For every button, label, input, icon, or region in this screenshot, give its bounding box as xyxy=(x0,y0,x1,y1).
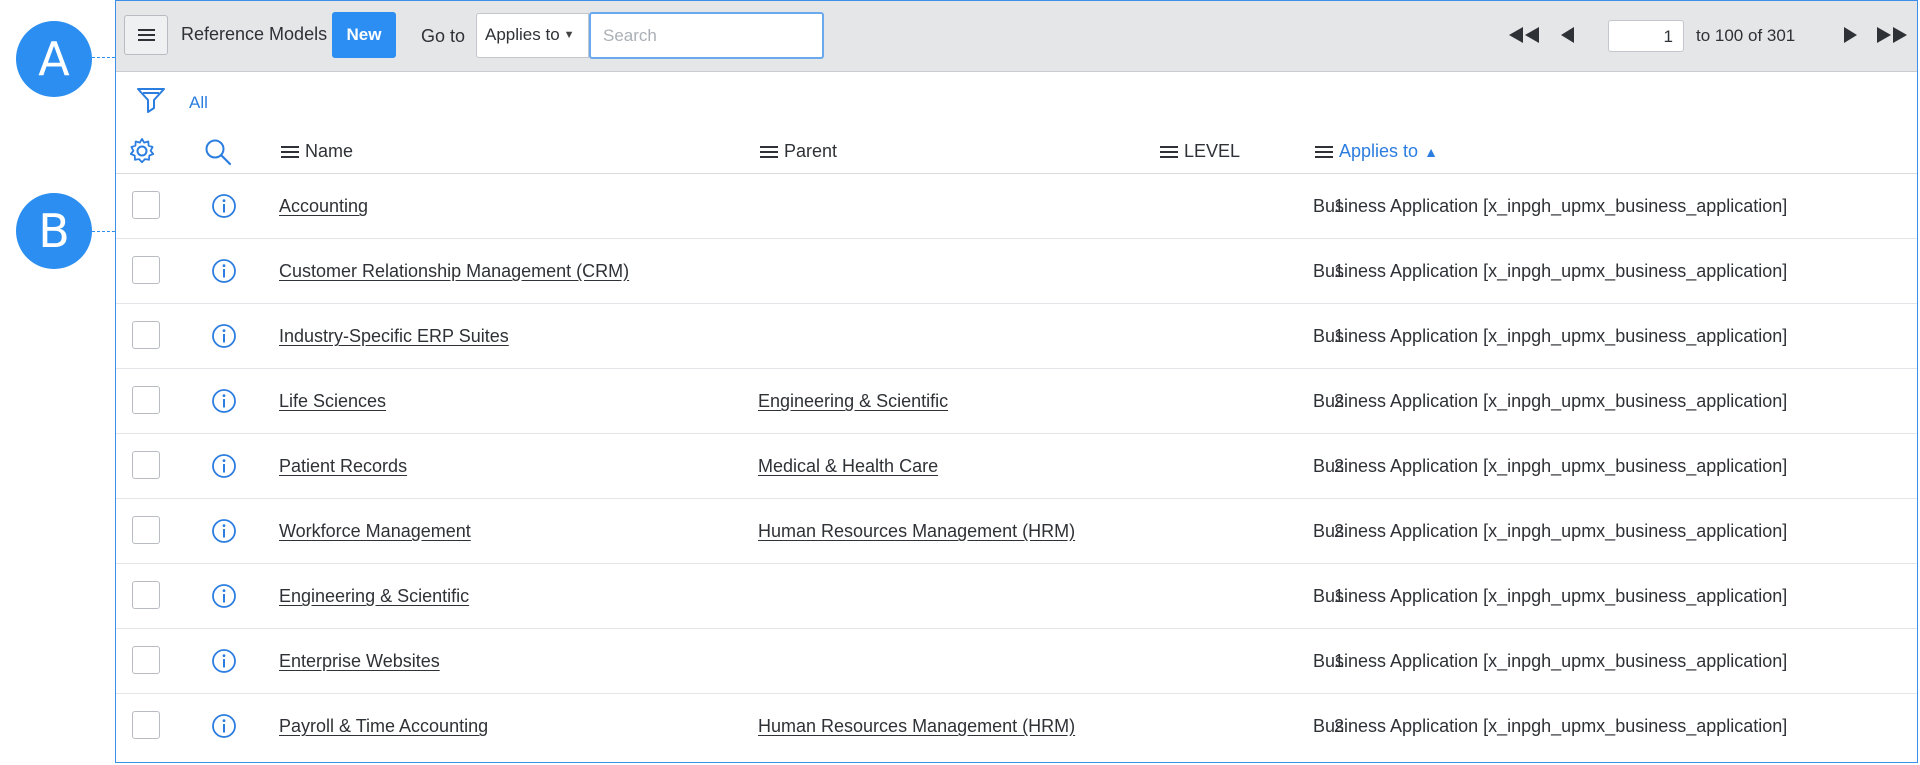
row-select-checkbox[interactable] xyxy=(132,581,160,609)
row-name-link[interactable]: Accounting xyxy=(279,196,368,217)
row-applies-to-value: Business Application [x_inpgh_upmx_busin… xyxy=(1313,391,1788,411)
table-row: Industry-Specific ERP Suites 1 Business Ap… xyxy=(116,304,1917,369)
pagination: 1 to 100 of 301 xyxy=(116,1,1917,71)
sort-ascending-icon: ▲ xyxy=(1424,143,1438,160)
table-row: Accounting 1 Business Application [x_inpgh… xyxy=(116,174,1917,239)
info-icon[interactable] xyxy=(211,713,237,739)
filter-icon[interactable] xyxy=(136,85,166,115)
row-applies-to-value: Business Application [x_inpgh_upmx_busin… xyxy=(1313,651,1788,671)
column-menu-icon[interactable] xyxy=(1160,143,1178,161)
first-page-icon[interactable] xyxy=(1506,25,1542,45)
info-icon[interactable] xyxy=(211,453,237,479)
gear-icon[interactable] xyxy=(128,137,156,165)
table-row: Customer Relationship Management (CRM) 1 B… xyxy=(116,239,1917,304)
info-icon[interactable] xyxy=(211,193,237,219)
row-name-link[interactable]: Enterprise Websites xyxy=(279,651,440,672)
row-applies-to-value: Business Application [x_inpgh_upmx_busin… xyxy=(1313,326,1788,346)
column-header-name[interactable]: Name xyxy=(281,141,353,162)
info-icon[interactable] xyxy=(211,648,237,674)
info-icon[interactable] xyxy=(211,258,237,284)
row-select-checkbox[interactable] xyxy=(132,711,160,739)
column-header-parent[interactable]: Parent xyxy=(760,141,837,162)
row-select-checkbox[interactable] xyxy=(132,191,160,219)
last-page-icon[interactable] xyxy=(1874,25,1910,45)
column-header-level-label: LEVEL xyxy=(1184,141,1241,161)
row-name-link[interactable]: Workforce Management xyxy=(279,521,471,542)
row-name-link[interactable]: Patient Records xyxy=(279,456,407,477)
row-parent-link[interactable]: Engineering & Scientific xyxy=(758,391,948,412)
page-number-input[interactable]: 1 xyxy=(1608,20,1684,52)
row-select-checkbox[interactable] xyxy=(132,386,160,414)
info-icon[interactable] xyxy=(211,388,237,414)
column-header-row: Name Parent LEVEL Applies to ▲ xyxy=(116,129,1917,174)
row-parent-link[interactable]: Human Resources Management (HRM) xyxy=(758,521,1075,542)
reference-models-list-panel: Reference Models New Go to Applies to ▼ S… xyxy=(115,0,1918,763)
table-row: Life Sciences Engineering & Scientific 2 Bu… xyxy=(116,369,1917,434)
row-parent-link[interactable]: Human Resources Management (HRM) xyxy=(758,716,1075,737)
previous-page-icon[interactable] xyxy=(1559,25,1577,45)
row-name-link[interactable]: Industry-Specific ERP Suites xyxy=(279,326,509,347)
row-name-link[interactable]: Payroll & Time Accounting xyxy=(279,716,488,737)
row-applies-to-value: Business Application [x_inpgh_upmx_busin… xyxy=(1313,196,1788,216)
table-row: Engineering & Scientific 1 Business Applic… xyxy=(116,564,1917,629)
row-applies-to-value: Business Application [x_inpgh_upmx_busin… xyxy=(1313,456,1788,476)
row-applies-to-value: Business Application [x_inpgh_upmx_busin… xyxy=(1313,521,1788,541)
column-menu-icon[interactable] xyxy=(1315,143,1333,161)
row-applies-to-value: Business Application [x_inpgh_upmx_busin… xyxy=(1313,586,1788,606)
info-icon[interactable] xyxy=(211,518,237,544)
row-parent-link[interactable]: Medical & Health Care xyxy=(758,456,938,477)
column-header-level[interactable]: LEVEL xyxy=(1160,141,1240,162)
table-row: Enterprise Websites 1 Business Application… xyxy=(116,629,1917,694)
column-header-applies-to-label: Applies to xyxy=(1339,141,1419,161)
column-header-name-label: Name xyxy=(305,141,354,161)
row-name-link[interactable]: Life Sciences xyxy=(279,391,386,412)
row-select-checkbox[interactable] xyxy=(132,451,160,479)
row-applies-to-value: Business Application [x_inpgh_upmx_busin… xyxy=(1313,716,1788,736)
row-select-checkbox[interactable] xyxy=(132,646,160,674)
next-page-icon[interactable] xyxy=(1841,25,1859,45)
row-applies-to-value: Business Application [x_inpgh_upmx_busin… xyxy=(1313,261,1788,281)
column-header-parent-label: Parent xyxy=(784,141,838,161)
page-range-text: to 100 of 301 xyxy=(1696,26,1796,45)
column-menu-icon[interactable] xyxy=(760,143,778,161)
row-name-link[interactable]: Customer Relationship Management (CRM) xyxy=(279,261,629,282)
list-rows: Accounting 1 Business Application [x_inpgh… xyxy=(116,174,1917,758)
row-name-link[interactable]: Engineering & Scientific xyxy=(279,586,469,607)
callout-a: A xyxy=(16,21,92,97)
table-row: Workforce Management Human Resources Mana… xyxy=(116,499,1917,564)
info-icon[interactable] xyxy=(211,323,237,349)
filter-breadcrumb-all[interactable]: All xyxy=(189,93,208,113)
row-select-checkbox[interactable] xyxy=(132,256,160,284)
table-row: Payroll & Time Accounting Human Resources… xyxy=(116,694,1917,758)
table-row: Patient Records Medical & Health Care 2 Bus… xyxy=(116,434,1917,499)
info-icon[interactable] xyxy=(211,583,237,609)
column-menu-icon[interactable] xyxy=(281,143,299,161)
callout-b: B xyxy=(16,193,92,269)
list-toolbar: Reference Models New Go to Applies to ▼ S… xyxy=(116,1,1917,72)
search-icon[interactable] xyxy=(203,137,233,167)
row-select-checkbox[interactable] xyxy=(132,321,160,349)
row-select-checkbox[interactable] xyxy=(132,516,160,544)
column-header-applies-to[interactable]: Applies to ▲ xyxy=(1315,141,1438,162)
